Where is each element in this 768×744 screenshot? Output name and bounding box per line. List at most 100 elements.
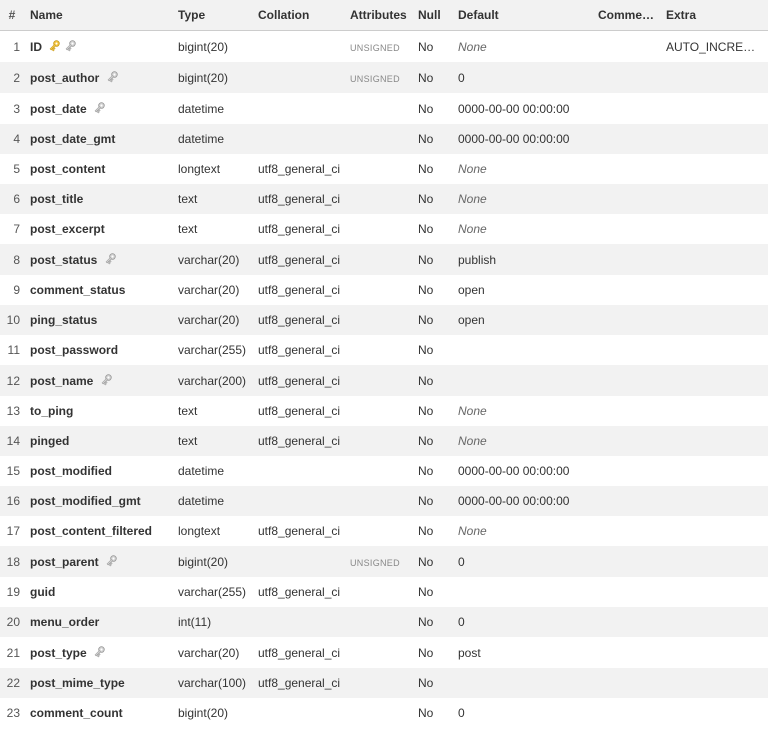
column-collation bbox=[254, 31, 346, 63]
column-attributes bbox=[346, 305, 414, 335]
index-key-icon bbox=[92, 101, 106, 115]
row-number: 7 bbox=[0, 214, 26, 244]
column-name-cell[interactable]: post_content_filtered bbox=[26, 516, 174, 546]
column-null: No bbox=[414, 426, 454, 456]
column-extra bbox=[662, 396, 768, 426]
column-name-cell[interactable]: post_modified bbox=[26, 456, 174, 486]
row-number: 18 bbox=[0, 546, 26, 577]
column-name: post_content_filtered bbox=[30, 524, 152, 538]
column-attributes: UNSIGNED bbox=[346, 546, 414, 577]
column-name-cell[interactable]: post_name bbox=[26, 365, 174, 396]
column-name-cell[interactable]: ping_status bbox=[26, 305, 174, 335]
column-name-cell[interactable]: comment_status bbox=[26, 275, 174, 305]
header-type[interactable]: Type bbox=[174, 0, 254, 31]
column-default bbox=[454, 365, 594, 396]
table-row[interactable]: 18post_parent bigint(20)UNSIGNEDNo0 bbox=[0, 546, 768, 577]
column-name-cell[interactable]: post_status bbox=[26, 244, 174, 275]
column-name: post_excerpt bbox=[30, 222, 105, 236]
column-type: bigint(20) bbox=[174, 546, 254, 577]
table-row[interactable]: 6post_title textutf8_general_ciNoNone bbox=[0, 184, 768, 214]
column-type: varchar(200) bbox=[174, 365, 254, 396]
column-name-cell[interactable]: ID bbox=[26, 31, 174, 63]
column-name: post_parent bbox=[30, 555, 99, 569]
table-row[interactable]: 3post_date datetimeNo0000-00-00 00:00:00 bbox=[0, 93, 768, 124]
index-key-icon bbox=[63, 39, 77, 53]
table-row[interactable]: 1ID bigint(20)UNSIGNEDNoNoneAUTO_INCREME… bbox=[0, 31, 768, 63]
column-name-cell[interactable]: comment_count bbox=[26, 698, 174, 728]
row-number: 6 bbox=[0, 184, 26, 214]
column-default bbox=[454, 668, 594, 698]
column-name-cell[interactable]: menu_order bbox=[26, 607, 174, 637]
column-name-cell[interactable]: post_author bbox=[26, 62, 174, 93]
column-name-cell[interactable]: post_modified_gmt bbox=[26, 486, 174, 516]
table-row[interactable]: 17post_content_filtered longtextutf8_gen… bbox=[0, 516, 768, 546]
column-default: 0 bbox=[454, 62, 594, 93]
column-name-cell[interactable]: post_password bbox=[26, 335, 174, 365]
column-name-cell[interactable]: to_ping bbox=[26, 396, 174, 426]
table-row[interactable]: 19guid varchar(255)utf8_general_ciNo bbox=[0, 577, 768, 607]
header-comments[interactable]: Comments bbox=[594, 0, 662, 31]
header-num[interactable]: # bbox=[0, 0, 26, 31]
table-row[interactable]: 12post_name varchar(200)utf8_general_ciN… bbox=[0, 365, 768, 396]
column-attributes bbox=[346, 668, 414, 698]
column-name-cell[interactable]: post_excerpt bbox=[26, 214, 174, 244]
column-name-cell[interactable]: post_content bbox=[26, 154, 174, 184]
column-type: int(11) bbox=[174, 607, 254, 637]
column-name: post_date bbox=[30, 102, 87, 116]
column-default: 0000-00-00 00:00:00 bbox=[454, 124, 594, 154]
column-comments bbox=[594, 668, 662, 698]
table-row[interactable]: 2post_author bigint(20)UNSIGNEDNo0 bbox=[0, 62, 768, 93]
column-name: comment_count bbox=[30, 706, 123, 720]
header-collation[interactable]: Collation bbox=[254, 0, 346, 31]
column-extra bbox=[662, 546, 768, 577]
column-type: text bbox=[174, 214, 254, 244]
column-comments bbox=[594, 486, 662, 516]
column-name-cell[interactable]: post_mime_type bbox=[26, 668, 174, 698]
header-name[interactable]: Name bbox=[26, 0, 174, 31]
header-null[interactable]: Null bbox=[414, 0, 454, 31]
column-name: menu_order bbox=[30, 615, 99, 629]
column-attributes bbox=[346, 124, 414, 154]
column-extra bbox=[662, 93, 768, 124]
table-row[interactable]: 22post_mime_type varchar(100)utf8_genera… bbox=[0, 668, 768, 698]
header-extra[interactable]: Extra bbox=[662, 0, 768, 31]
column-null: No bbox=[414, 396, 454, 426]
column-name-cell[interactable]: post_type bbox=[26, 637, 174, 668]
table-row[interactable]: 7post_excerpt textutf8_general_ciNoNone bbox=[0, 214, 768, 244]
column-attributes bbox=[346, 577, 414, 607]
column-extra bbox=[662, 607, 768, 637]
column-extra bbox=[662, 275, 768, 305]
table-row[interactable]: 9comment_status varchar(20)utf8_general_… bbox=[0, 275, 768, 305]
column-name-cell[interactable]: post_parent bbox=[26, 546, 174, 577]
column-name-cell[interactable]: post_date_gmt bbox=[26, 124, 174, 154]
table-row[interactable]: 16post_modified_gmt datetimeNo0000-00-00… bbox=[0, 486, 768, 516]
table-row[interactable]: 5post_content longtextutf8_general_ciNoN… bbox=[0, 154, 768, 184]
table-row[interactable]: 23comment_count bigint(20)No0 bbox=[0, 698, 768, 728]
column-name: post_title bbox=[30, 192, 83, 206]
table-row[interactable]: 15post_modified datetimeNo0000-00-00 00:… bbox=[0, 456, 768, 486]
table-row[interactable]: 10ping_status varchar(20)utf8_general_ci… bbox=[0, 305, 768, 335]
column-extra bbox=[662, 154, 768, 184]
table-row[interactable]: 13to_ping textutf8_general_ciNoNone bbox=[0, 396, 768, 426]
column-name-cell[interactable]: guid bbox=[26, 577, 174, 607]
column-extra bbox=[662, 335, 768, 365]
row-number: 20 bbox=[0, 607, 26, 637]
column-name: post_modified_gmt bbox=[30, 494, 141, 508]
header-attributes[interactable]: Attributes bbox=[346, 0, 414, 31]
table-row[interactable]: 8post_status varchar(20)utf8_general_ciN… bbox=[0, 244, 768, 275]
column-null: No bbox=[414, 93, 454, 124]
column-name-cell[interactable]: post_date bbox=[26, 93, 174, 124]
structure-table: # Name Type Collation Attributes Null De… bbox=[0, 0, 768, 728]
column-type: varchar(20) bbox=[174, 305, 254, 335]
column-type: bigint(20) bbox=[174, 698, 254, 728]
header-default[interactable]: Default bbox=[454, 0, 594, 31]
column-type: datetime bbox=[174, 456, 254, 486]
table-row[interactable]: 4post_date_gmt datetimeNo0000-00-00 00:0… bbox=[0, 124, 768, 154]
column-name-cell[interactable]: post_title bbox=[26, 184, 174, 214]
table-row[interactable]: 20menu_order int(11)No0 bbox=[0, 607, 768, 637]
table-row[interactable]: 11post_password varchar(255)utf8_general… bbox=[0, 335, 768, 365]
table-row[interactable]: 21post_type varchar(20)utf8_general_ciNo… bbox=[0, 637, 768, 668]
column-name-cell[interactable]: pinged bbox=[26, 426, 174, 456]
primary-key-icon bbox=[47, 39, 61, 53]
table-row[interactable]: 14pinged textutf8_general_ciNoNone bbox=[0, 426, 768, 456]
